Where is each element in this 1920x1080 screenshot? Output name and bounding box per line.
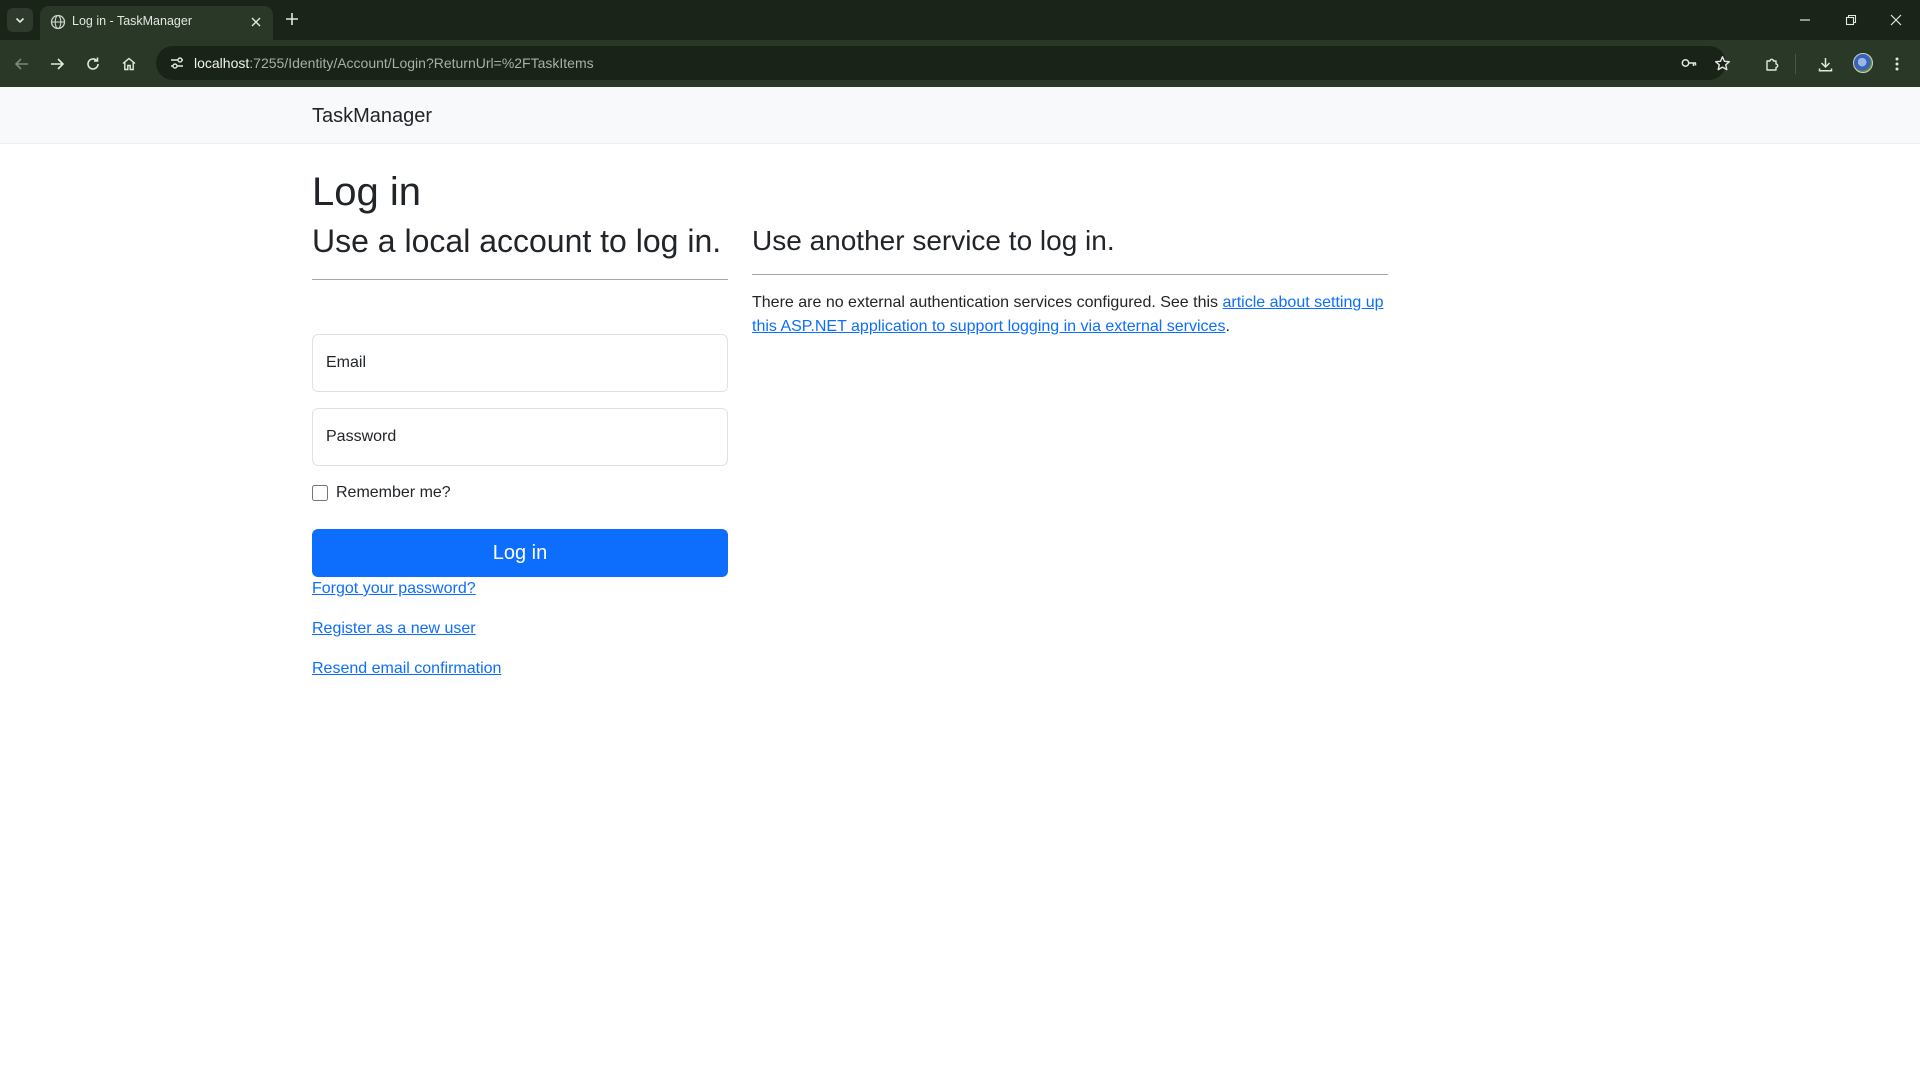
url-text: localhost:7255/Identity/Account/Login?Re… [194,55,594,71]
page-title: Log in [312,170,421,214]
bookmark-button[interactable] [1710,51,1734,75]
external-message-text: There are no external authentication ser… [752,294,1223,311]
minimize-button[interactable] [1795,10,1815,30]
password-field[interactable] [312,408,728,466]
address-bar[interactable]: localhost:7255/Identity/Account/Login?Re… [156,46,1730,80]
plus-icon [286,13,298,25]
browser-toolbar: localhost:7255/Identity/Account/Login?Re… [0,40,1920,87]
toolbar-divider [1795,54,1796,74]
downloads-button[interactable] [1813,52,1837,76]
profile-avatar[interactable] [1853,53,1873,73]
remember-me-checkbox[interactable] [312,485,328,501]
login-button[interactable]: Log in [312,529,728,577]
download-icon [1818,57,1832,72]
email-field[interactable] [312,334,728,392]
browser-tab-active[interactable]: Log in - TaskManager [40,6,273,40]
external-login-heading: Use another service to log in. [752,225,1115,256]
url-path: :7255/Identity/Account/Login?ReturnUrl=%… [249,55,594,71]
kebab-menu-icon [1895,57,1899,71]
key-icon [1681,59,1697,67]
local-login-section: Use a local account to log in. Remember … [312,222,728,677]
home-icon [122,57,136,71]
external-login-message: There are no external authentication ser… [752,291,1388,339]
tab-list-button[interactable] [7,8,33,32]
arrow-left-icon [14,58,28,70]
extensions-button[interactable] [1760,52,1784,76]
forgot-password-link[interactable]: Forgot your password? [312,580,476,598]
back-button[interactable] [10,52,34,76]
remember-me-row: Remember me? [312,484,451,502]
home-button[interactable] [117,52,141,76]
external-message-period: . [1225,318,1230,335]
site-navbar: TaskManager [0,87,1920,144]
reload-icon [87,57,99,70]
tab-close-button[interactable] [247,13,265,31]
star-icon [1714,55,1730,70]
chevron-down-icon [15,17,25,24]
close-icon [1890,14,1902,26]
restore-icon [1845,14,1857,26]
section-divider [312,279,728,280]
password-manager-button[interactable] [1677,51,1701,75]
resend-confirmation-link[interactable]: Resend email confirmation [312,660,501,678]
arrow-right-icon [51,58,65,70]
section-divider [752,274,1388,275]
local-login-heading: Use a local account to log in. [312,223,722,259]
puzzle-icon [1765,58,1778,71]
reload-button[interactable] [81,52,105,76]
tab-title: Log in - TaskManager [72,14,192,28]
new-tab-button[interactable] [282,9,302,29]
minimize-icon [1800,19,1810,21]
remember-me-label[interactable]: Remember me? [336,484,451,502]
browser-tab-strip: Log in - TaskManager [0,0,1920,40]
site-info-button[interactable] [165,51,189,75]
register-link[interactable]: Register as a new user [312,620,476,638]
globe-icon [50,14,66,30]
forward-button[interactable] [45,52,69,76]
external-login-section: Use another service to log in. There are… [752,222,1388,339]
browser-menu-button[interactable] [1885,52,1909,76]
close-window-button[interactable] [1886,10,1906,30]
url-host: localhost [194,55,250,71]
tune-icon [171,57,183,69]
close-icon [251,17,261,27]
navbar-brand-link[interactable]: TaskManager [312,105,432,128]
restore-button[interactable] [1841,10,1861,30]
